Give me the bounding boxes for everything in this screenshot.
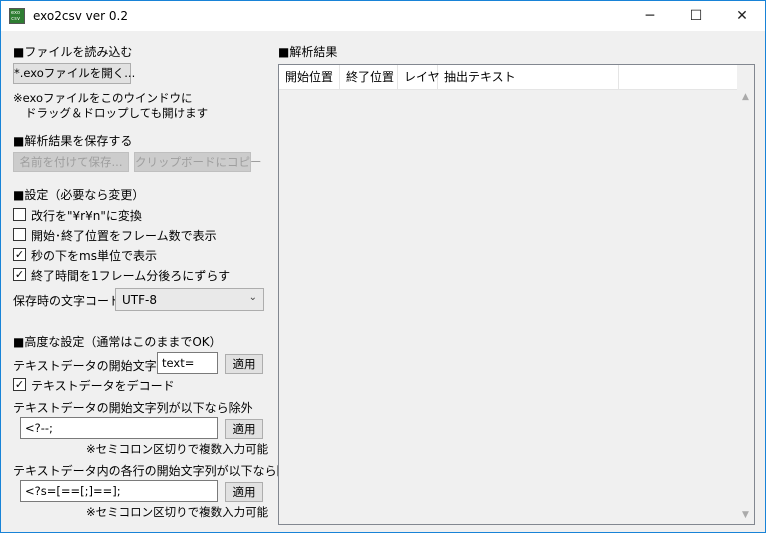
app-window: exo csv exo2csv ver 0.2 ─ ☐ ✕ ■ファイルを読み込む… — [0, 0, 766, 533]
checkbox-crlf[interactable] — [13, 208, 26, 221]
encoding-value: UTF-8 — [122, 293, 157, 307]
apply-text-start-button[interactable]: 適用 — [225, 354, 263, 374]
checkbox-frames[interactable] — [13, 228, 26, 241]
column-text[interactable]: 抽出テキスト — [438, 65, 619, 89]
maximize-icon[interactable]: ☐ — [673, 1, 719, 31]
app-icon-text: exo csv — [11, 10, 21, 22]
results-list[interactable]: 開始位置 終了位置 レイヤ 抽出テキスト ▲ ▼ — [278, 64, 755, 525]
vertical-scrollbar[interactable]: ▲ ▼ — [737, 65, 754, 524]
load-heading: ■ファイルを読み込む — [13, 45, 133, 59]
column-filler — [619, 65, 739, 89]
semicolon-note-1: ※セミコロン区切りで複数入力可能 — [86, 442, 269, 456]
title-bar[interactable]: exo csv exo2csv ver 0.2 ─ ☐ ✕ — [1, 1, 765, 31]
scroll-down-icon[interactable]: ▼ — [737, 507, 754, 524]
exclude-start-label: テキストデータの開始文字列が以下なら除外 — [13, 401, 253, 415]
text-start-input[interactable]: text= — [157, 352, 218, 374]
checkbox-ms[interactable]: ✓ — [13, 248, 26, 261]
window-title: exo2csv ver 0.2 — [33, 9, 128, 23]
option-frames-label: 開始･終了位置をフレーム数で表示 — [31, 229, 217, 243]
option-ms-label: 秒の下をms単位で表示 — [31, 249, 157, 263]
drop-note-line2: ドラッグ＆ドロップしても開けます — [25, 106, 209, 120]
results-header: 開始位置 終了位置 レイヤ 抽出テキスト — [279, 65, 739, 90]
semicolon-note-2: ※セミコロン区切りで複数入力可能 — [86, 505, 269, 519]
encoding-label: 保存時の文字コード — [13, 294, 122, 308]
save-as-button[interactable]: 名前を付けて保存... — [13, 152, 129, 172]
chevron-down-icon: ⌄ — [248, 292, 257, 303]
encoding-select[interactable]: UTF-8 ⌄ — [115, 288, 264, 311]
exclude-line-label: テキストデータ内の各行の開始文字列が以下なら除外 — [13, 464, 301, 478]
minimize-icon[interactable]: ─ — [627, 1, 673, 31]
checkbox-shift-end[interactable]: ✓ — [13, 268, 26, 281]
scroll-up-icon[interactable]: ▲ — [737, 89, 754, 106]
advanced-heading: ■高度な設定（通常はこのままでOK） — [13, 335, 222, 349]
open-exo-button[interactable]: *.exoファイルを開く... — [13, 63, 135, 84]
option-decode-label: テキストデータをデコード — [31, 379, 175, 393]
app-icon: exo csv — [9, 8, 25, 24]
drop-note-line1: ※exoファイルをこのウインドウに — [13, 91, 193, 105]
column-start[interactable]: 開始位置 — [279, 65, 340, 89]
column-layer[interactable]: レイヤ — [398, 65, 440, 89]
settings-heading: ■設定（必要なら変更） — [13, 188, 145, 202]
option-shift-end-label: 終了時間を1フレーム分後ろにずらす — [31, 269, 231, 283]
apply-exclude-start-button[interactable]: 適用 — [225, 419, 263, 439]
close-icon[interactable]: ✕ — [719, 1, 765, 31]
exclude-start-input[interactable]: <?--; — [20, 417, 218, 439]
column-end[interactable]: 終了位置 — [340, 65, 398, 89]
apply-exclude-line-button[interactable]: 適用 — [225, 482, 263, 502]
copy-clipboard-button[interactable]: クリップボードにコピー — [134, 152, 262, 172]
exclude-line-input[interactable]: <?s=[==[;]==]; — [20, 480, 218, 502]
option-crlf-label: 改行を"¥r¥n"に変換 — [31, 209, 142, 223]
text-start-label: テキストデータの開始文字列 — [13, 359, 169, 373]
results-heading: ■解析結果 — [278, 45, 338, 59]
save-heading: ■解析結果を保存する — [13, 134, 133, 148]
checkbox-decode[interactable]: ✓ — [13, 378, 26, 391]
